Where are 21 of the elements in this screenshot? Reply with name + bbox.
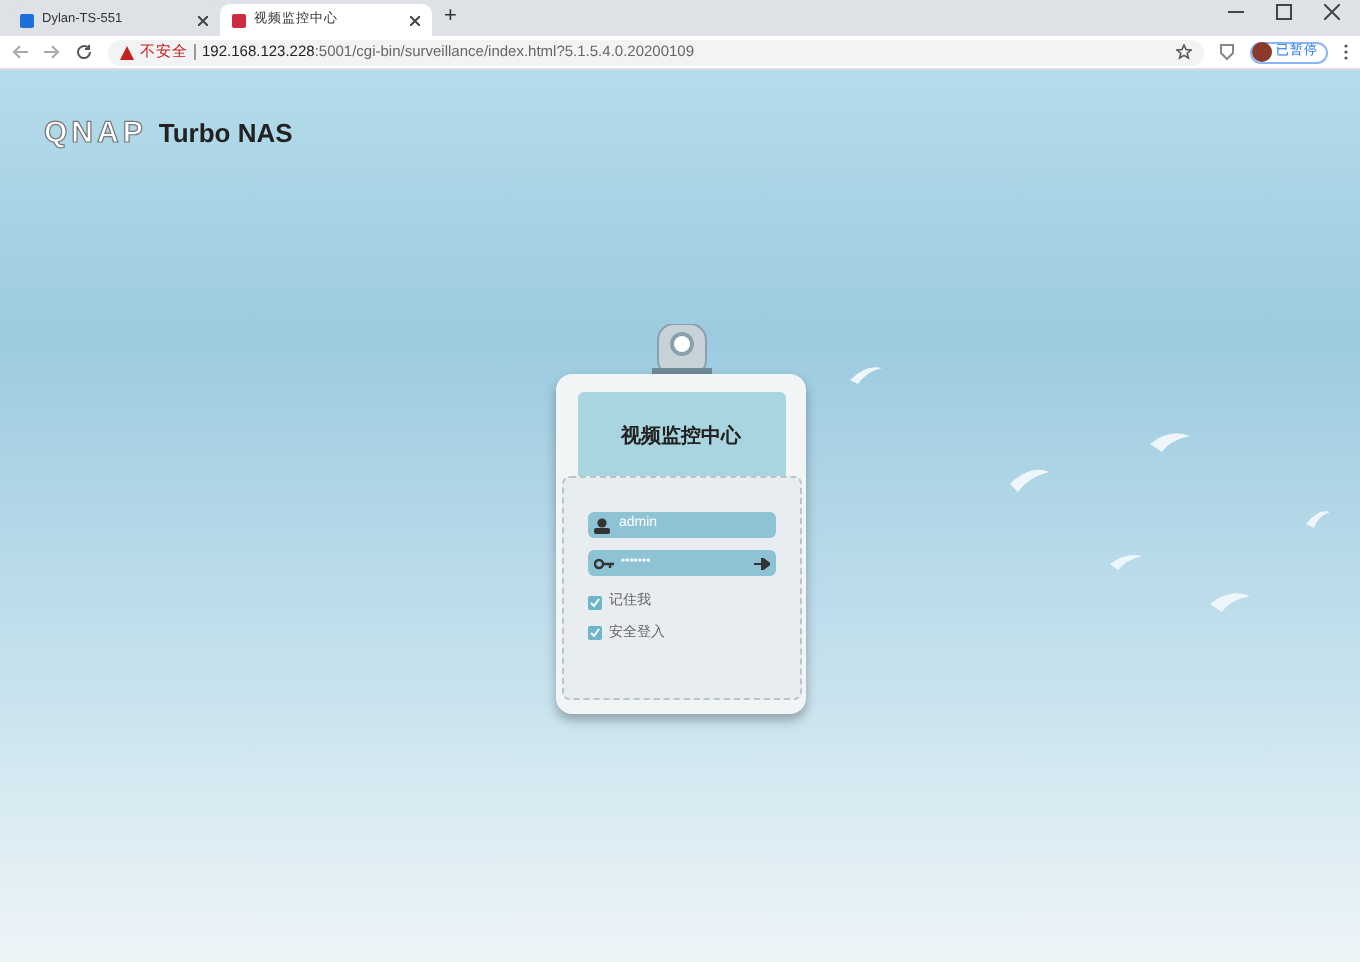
logo-text: QNAP [44,114,147,154]
new-tab-button[interactable]: + [444,0,457,32]
card-title: 视频监控中心 [621,422,741,451]
user-icon [593,517,609,533]
avatar-icon [1252,42,1272,62]
close-icon[interactable] [1324,4,1340,20]
close-tab-icon[interactable] [198,15,208,25]
site-icon [20,13,34,27]
checkbox[interactable] [587,626,601,641]
star-icon[interactable] [1176,44,1192,60]
maximize-icon[interactable] [1276,4,1292,20]
close-tab-icon[interactable] [410,15,420,25]
arrow-right-icon[interactable] [753,557,769,569]
product-name: Turbo NAS [158,116,293,152]
reload-icon[interactable] [76,44,92,60]
checkbox[interactable] [587,595,601,610]
site-icon [232,13,246,27]
key-icon [593,557,613,569]
shield-icon[interactable] [1220,44,1234,60]
warning-icon [120,45,134,59]
badge-clip-icon [651,324,711,380]
